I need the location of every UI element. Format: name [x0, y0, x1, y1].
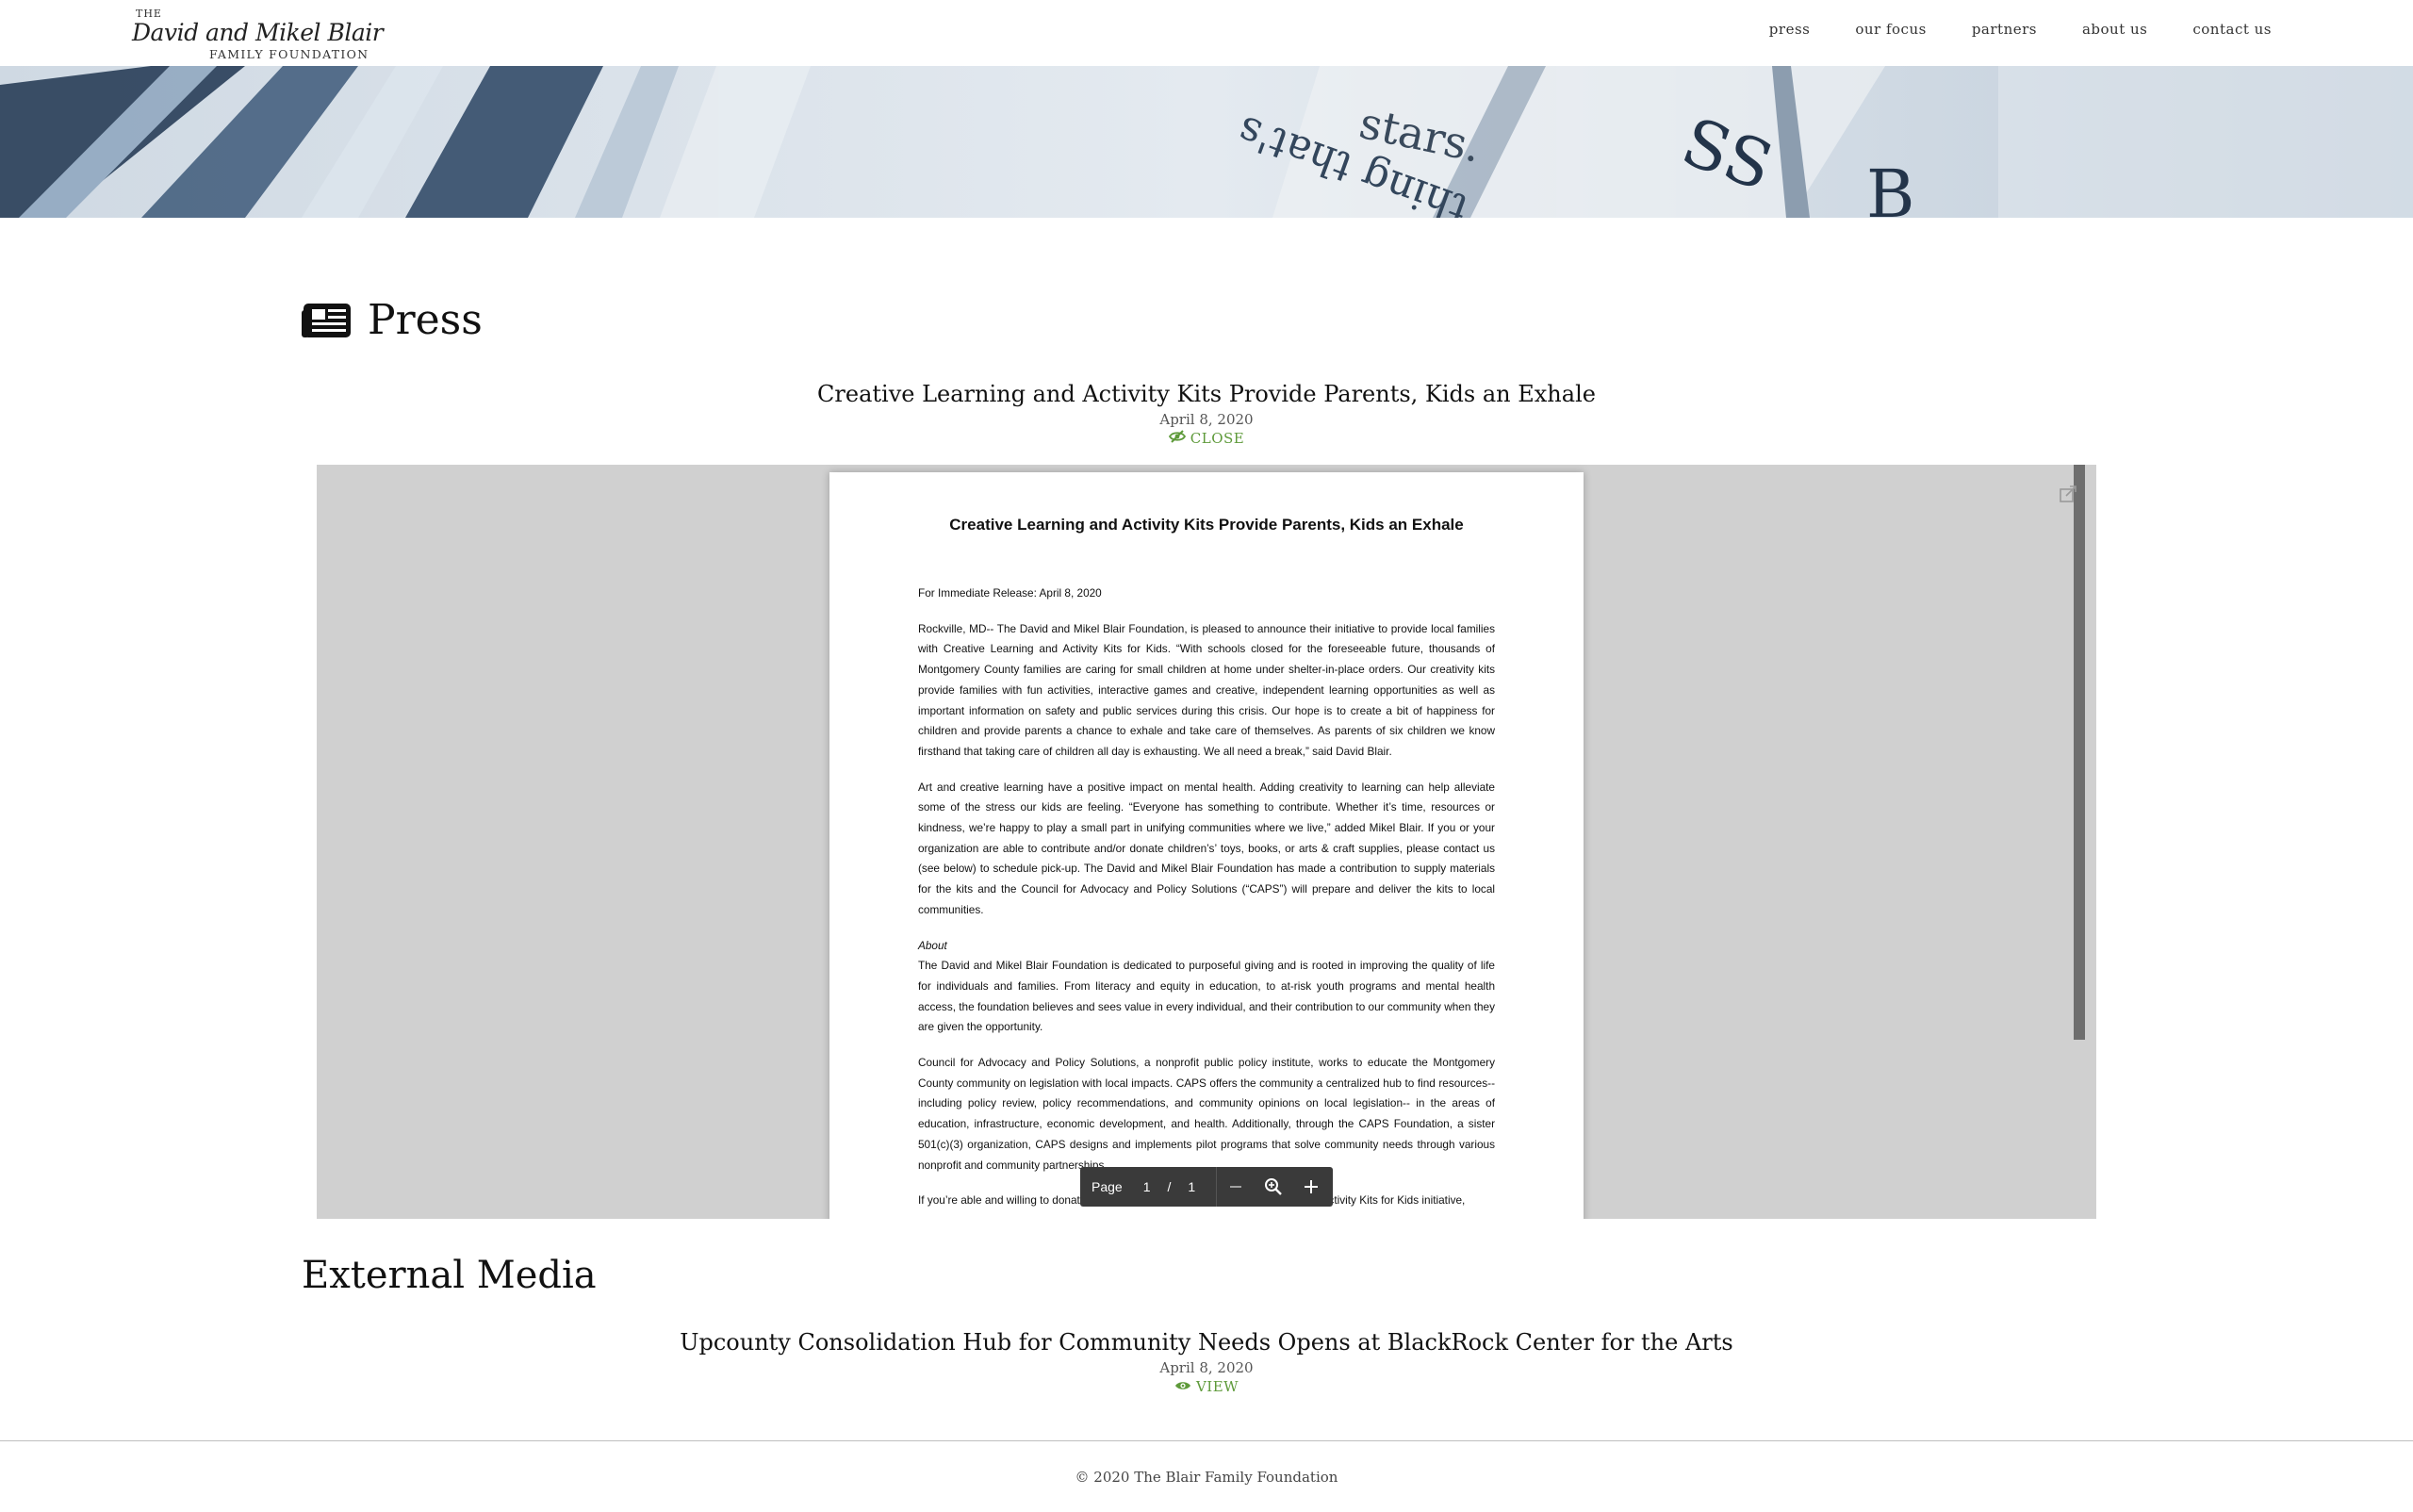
page-label: Page — [1092, 1179, 1123, 1194]
nav-item-about-us[interactable]: about us — [2082, 21, 2147, 38]
zoom-in-button[interactable] — [1292, 1167, 1330, 1207]
close-label: CLOSE — [1190, 430, 1245, 447]
press-article-title: Creative Learning and Activity Kits Prov… — [817, 381, 1596, 407]
magnifier-icon — [1265, 1178, 1283, 1195]
footer-divider — [0, 1440, 2413, 1441]
pdf-release-line: For Immediate Release: April 8, 2020 — [918, 586, 1102, 600]
view-label: VIEW — [1195, 1378, 1239, 1395]
logo-subtitle: FAMILY FOUNDATION — [209, 47, 369, 61]
pdf-toolbar: Page 1 / 1 — [1080, 1167, 1333, 1207]
nav-item-our-focus[interactable]: our focus — [1855, 21, 1926, 38]
nav-item-contact-us[interactable]: contact us — [2192, 21, 2272, 38]
newspaper-icon — [302, 301, 353, 340]
press-title-text: Press — [368, 296, 483, 344]
pdf-paragraph: The David and Mikel Blair Foundation is … — [918, 959, 1495, 1034]
external-article-date: April 8, 2020 — [1159, 1359, 1254, 1376]
page-number-input[interactable]: 1 — [1143, 1179, 1151, 1194]
footer-copyright: © 2020 The Blair Family Foundation — [1075, 1469, 1338, 1486]
external-article: Upcounty Consolidation Hub for Community… — [0, 1329, 2413, 1395]
pdf-about-label: About — [918, 938, 947, 952]
page-separator: / — [1167, 1179, 1172, 1194]
minus-icon — [1230, 1186, 1242, 1188]
main-nav: press our focus partners about us contac… — [1769, 21, 2272, 38]
external-article-title: Upcounty Consolidation Hub for Community… — [680, 1329, 1733, 1356]
page-total: 1 — [1188, 1179, 1196, 1194]
pdf-body: For Immediate Release: April 8, 2020 Roc… — [918, 583, 1495, 1219]
site-logo[interactable]: THE David and Mikel Blair FAMILY FOUNDAT… — [132, 8, 384, 61]
pdf-viewer[interactable]: Creative Learning and Activity Kits Prov… — [317, 465, 2096, 1219]
eye-icon — [1174, 1378, 1191, 1395]
pdf-page: Creative Learning and Activity Kits Prov… — [829, 472, 1584, 1219]
logo-script-name: David and Mikel Blair — [132, 19, 384, 46]
pdf-paragraph: Council for Advocacy and Policy Solution… — [918, 1056, 1495, 1172]
pdf-paragraph: Art and creative learning have a positiv… — [918, 780, 1495, 916]
pdf-title: Creative Learning and Activity Kits Prov… — [949, 516, 1464, 534]
zoom-out-button[interactable] — [1217, 1167, 1255, 1207]
pdf-paragraph: Rockville, MD-- The David and Mikel Blai… — [918, 621, 1495, 758]
external-media-heading: External Media — [302, 1254, 597, 1297]
press-heading: Press — [302, 296, 483, 344]
press-article: Creative Learning and Activity Kits Prov… — [0, 381, 2413, 447]
close-button[interactable]: CLOSE — [1168, 430, 1245, 447]
nav-item-press[interactable]: press — [1769, 21, 1811, 38]
hero-banner-image: stars. SS thing that's B — [0, 66, 2413, 218]
external-link-icon[interactable] — [2059, 485, 2077, 504]
press-article-date: April 8, 2020 — [1159, 411, 1254, 428]
nav-item-partners[interactable]: partners — [1972, 21, 2037, 38]
eye-slash-icon — [1168, 430, 1186, 447]
zoom-button[interactable] — [1255, 1167, 1292, 1207]
svg-text:B: B — [1866, 156, 1914, 218]
plus-icon — [1305, 1180, 1319, 1193]
site-header: THE David and Mikel Blair FAMILY FOUNDAT… — [0, 0, 2413, 66]
viewer-scrollbar[interactable] — [2074, 465, 2085, 1040]
view-button[interactable]: VIEW — [1174, 1378, 1239, 1395]
